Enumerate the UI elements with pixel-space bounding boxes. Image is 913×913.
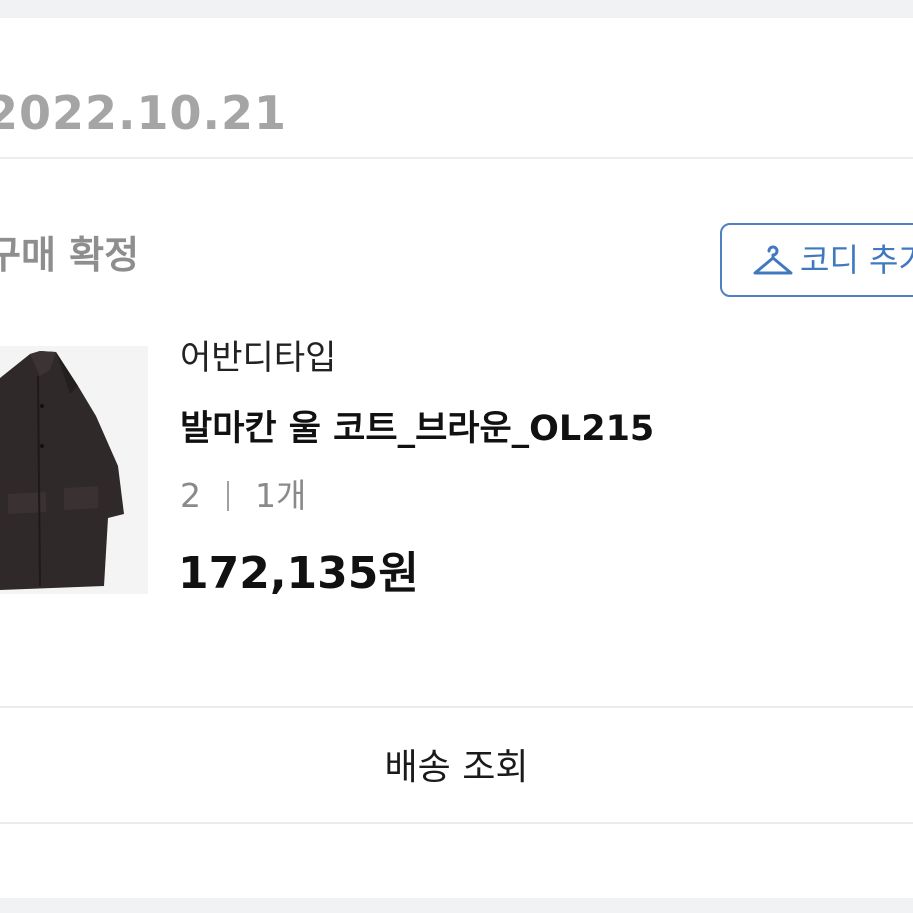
add-coordi-button[interactable]: 코디 추가 [720,223,913,297]
order-date: 2022.10.21 [0,86,288,140]
hanger-icon [752,242,794,278]
divider [0,822,913,824]
product-image[interactable] [0,346,148,594]
add-coordi-label: 코디 추가 [800,241,913,279]
order-status: 구매 확정 [0,233,140,277]
product-option: 2 1개 [180,476,306,516]
option-size: 2 [180,476,201,515]
product-price: 172,135원 [178,548,419,599]
option-separator [227,480,229,511]
option-quantity: 1개 [255,476,307,515]
divider [0,157,913,159]
order-card: 2022.10.21 구매 확정 코디 추가 어반디타입 발마칸 울 코트_브라… [0,18,913,898]
product-name[interactable]: 발마칸 울 코트_브라운_OL215 [180,408,654,450]
track-delivery-button[interactable]: 배송 조회 [0,706,913,822]
product-brand[interactable]: 어반디타입 [180,338,336,379]
